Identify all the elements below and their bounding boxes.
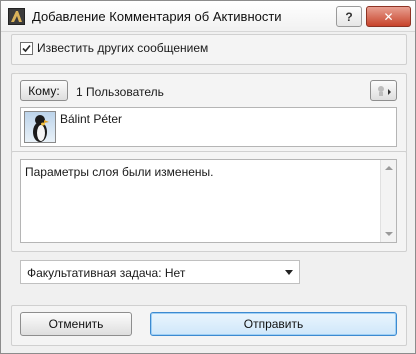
checkmark-icon <box>22 44 31 52</box>
window-title: Добавление Комментария об Активности <box>32 9 282 24</box>
app-icon <box>8 8 25 25</box>
notify-checkbox-row[interactable]: Известить других сообщением <box>20 41 208 55</box>
scroll-up-arrow-icon[interactable] <box>385 166 393 170</box>
scroll-down-arrow-icon[interactable] <box>385 232 393 236</box>
notify-label: Известить других сообщением <box>37 41 209 55</box>
close-button[interactable]: ✕ <box>366 6 411 27</box>
comment-scrollbar[interactable] <box>380 160 396 242</box>
chevron-down-icon <box>285 270 293 275</box>
user-count-label: 1 Пользователь <box>76 85 164 99</box>
title-bar: Добавление Комментария об Активности ? ✕ <box>1 1 415 32</box>
user-name: Bálint Péter <box>60 112 123 126</box>
to-button[interactable]: Кому: <box>20 80 68 101</box>
optional-task-select[interactable]: Факультативная задача: Нет <box>20 260 300 284</box>
cancel-button[interactable]: Отменить <box>20 312 132 336</box>
comment-textarea[interactable]: Параметры слоя были изменены. <box>20 159 397 243</box>
penguin-avatar-icon <box>24 111 56 143</box>
notify-checkbox[interactable] <box>20 41 33 55</box>
optional-task-value: Факультативная задача: Нет <box>27 266 186 280</box>
dialog-window: Добавление Комментария об Активности ? ✕… <box>0 0 416 354</box>
user-options-button[interactable] <box>370 80 397 101</box>
send-button[interactable]: Отправить <box>150 312 397 336</box>
recipients-list[interactable]: Bálint Péter <box>20 107 397 147</box>
help-button[interactable]: ? <box>336 6 362 27</box>
comment-text: Параметры слоя были изменены. <box>25 165 214 179</box>
user-options-icon <box>377 85 391 96</box>
